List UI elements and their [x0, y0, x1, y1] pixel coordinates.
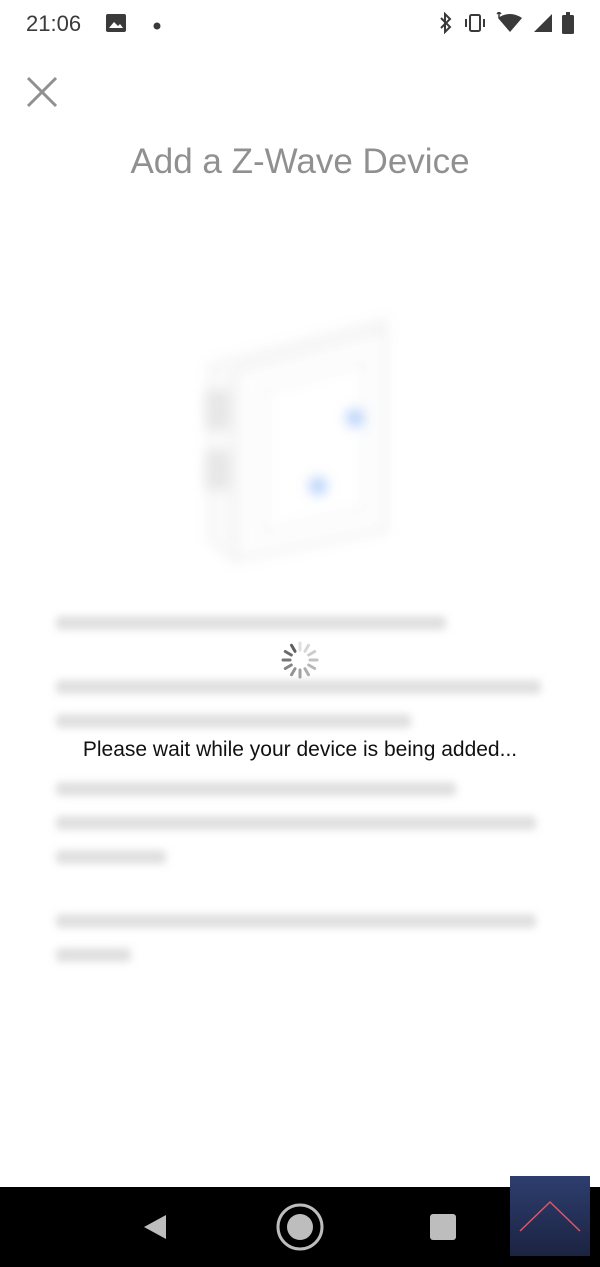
signal-icon: [533, 13, 553, 38]
wifi-icon: [496, 10, 524, 39]
vibrate-icon: [463, 12, 487, 39]
scroll-up-icon: [510, 1200, 590, 1260]
status-right-icons: [438, 10, 574, 39]
loading-overlay: [0, 50, 600, 1187]
back-icon[interactable]: [140, 1213, 168, 1246]
loading-message: Please wait while your device is being a…: [82, 738, 518, 761]
status-left-icons: [105, 13, 161, 38]
battery-icon: [562, 12, 574, 39]
dot-icon: [153, 17, 161, 35]
home-icon[interactable]: [274, 1201, 326, 1258]
status-time: 21:06: [26, 11, 82, 36]
image-icon: [105, 13, 127, 38]
bluetooth-icon: [438, 11, 454, 39]
status-bar: 21:06: [0, 0, 600, 50]
recents-icon[interactable]: [430, 1214, 456, 1240]
loading-spinner-icon: [280, 640, 320, 680]
scroll-to-top-button[interactable]: [510, 1176, 590, 1256]
